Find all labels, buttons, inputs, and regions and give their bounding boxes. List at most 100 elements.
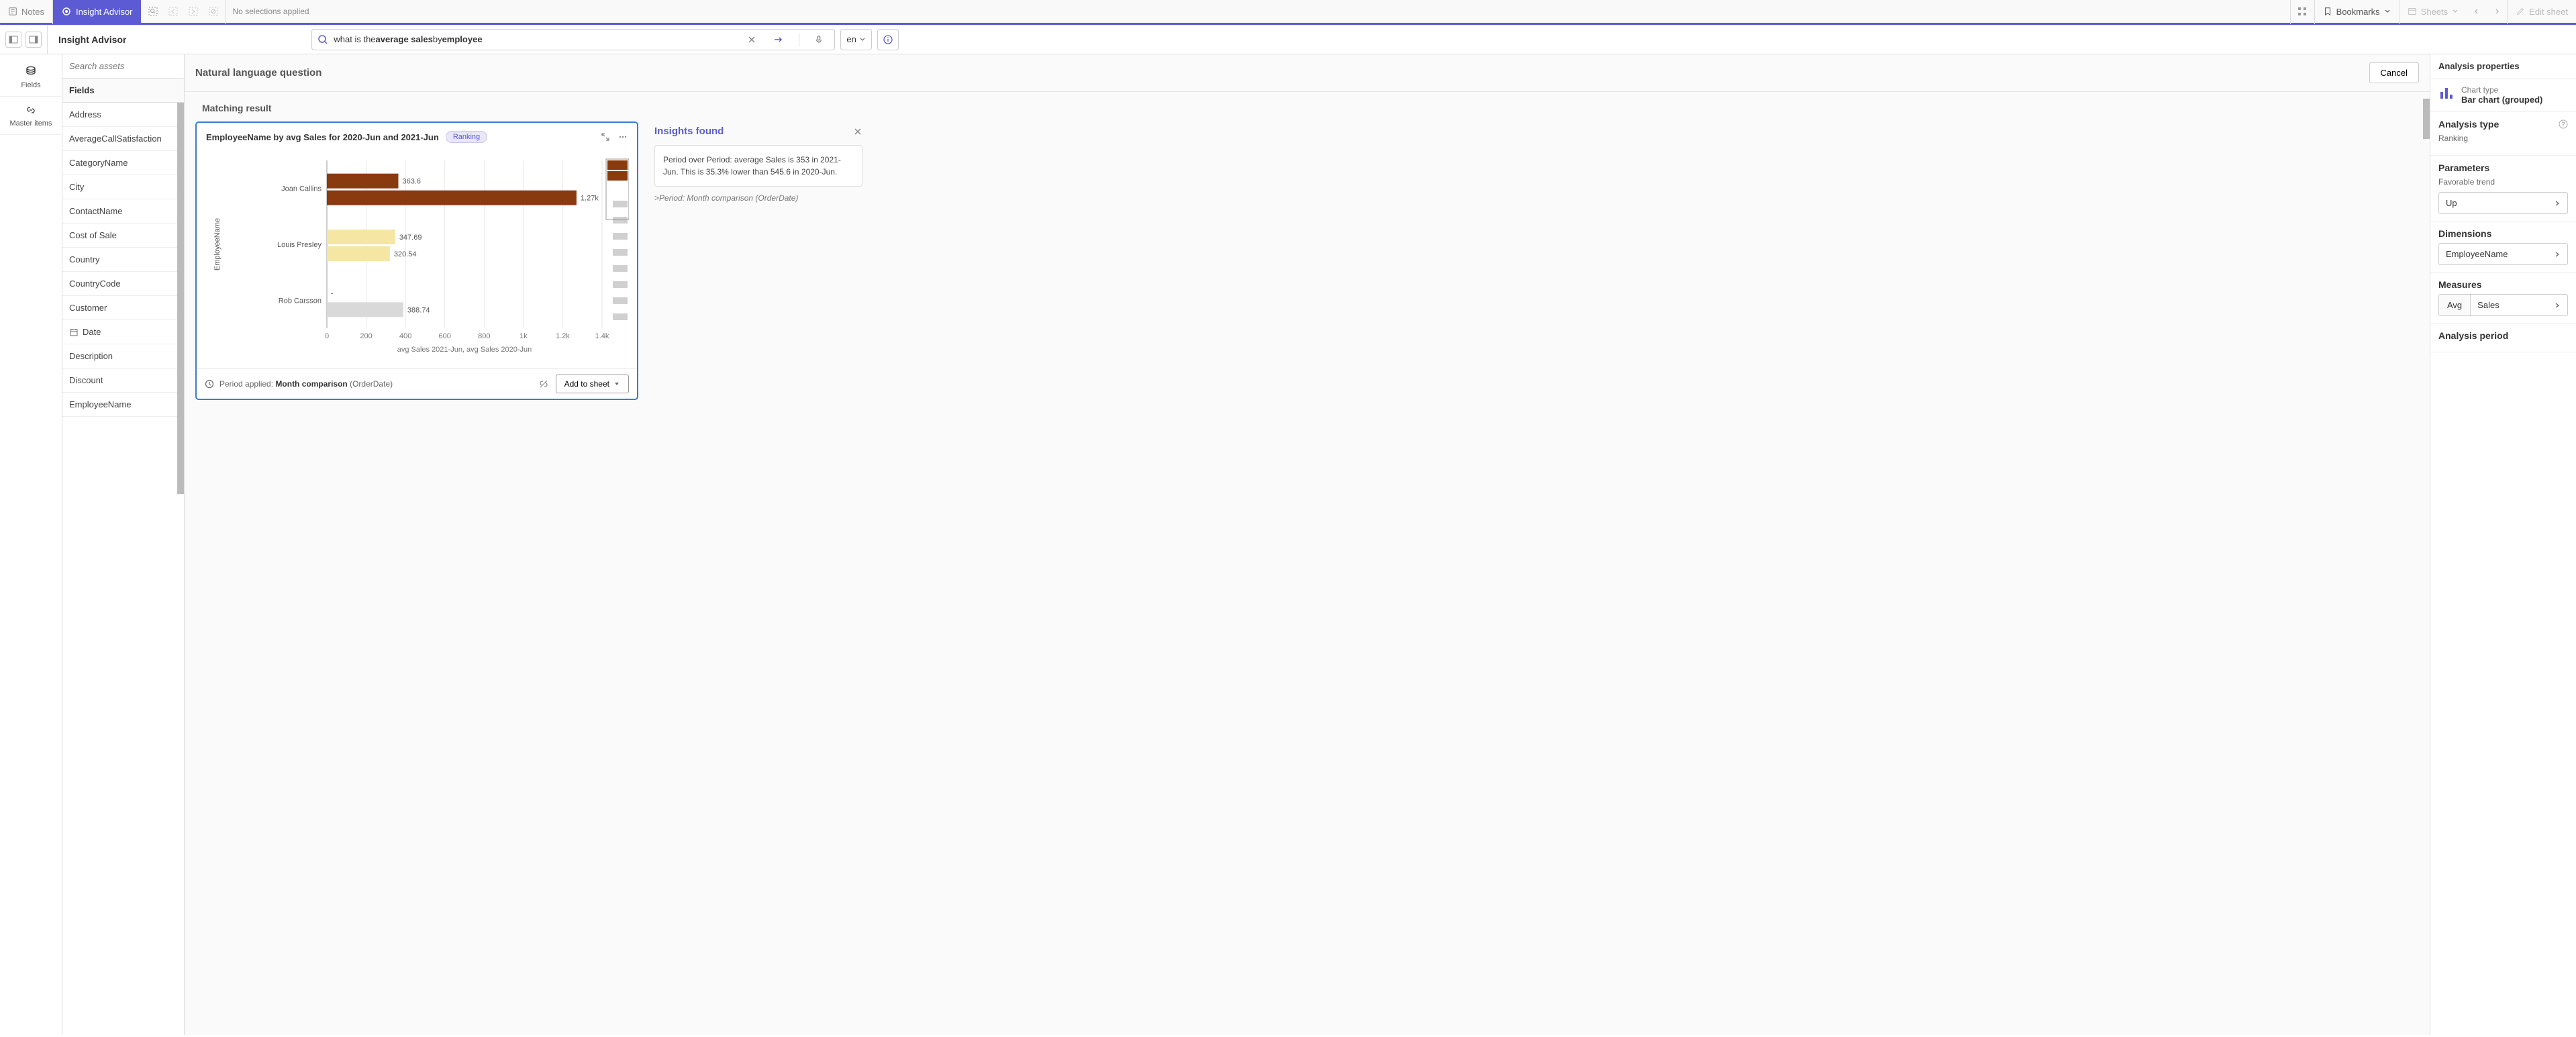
field-item[interactable]: Customer <box>62 296 184 320</box>
chart-footer-actions: Add to sheet <box>538 375 629 393</box>
clear-search-icon[interactable] <box>742 36 761 44</box>
insight-advisor-tab[interactable]: Insight Advisor <box>53 0 141 24</box>
svg-text:Rob Carsson: Rob Carsson <box>279 297 321 305</box>
field-item[interactable]: City <box>62 175 184 199</box>
left-rail: Fields Master items <box>0 54 62 1035</box>
insight-icon <box>61 6 72 17</box>
field-item[interactable]: Discount <box>62 368 184 393</box>
props-measures: Measures Avg Sales <box>2430 273 2576 324</box>
edit-sheet-button: Edit sheet <box>2507 0 2576 24</box>
search-container: what is the average sales by employee <box>311 29 835 50</box>
bookmarks-button[interactable]: Bookmarks <box>2314 0 2399 24</box>
cancel-button[interactable]: Cancel <box>2369 62 2419 83</box>
insights-header: Insights found <box>654 121 862 145</box>
right-panel-toggle[interactable] <box>26 32 42 48</box>
analysis-properties-panel: Analysis properties Chart type Bar chart… <box>2430 54 2576 1035</box>
smart-search-icon[interactable] <box>146 5 160 18</box>
field-item[interactable]: AverageCallSatisfaction <box>62 127 184 151</box>
grid-icon[interactable] <box>2290 0 2314 24</box>
caret-down-icon <box>613 381 620 387</box>
svg-text:800: 800 <box>478 332 490 340</box>
page-title: Insight Advisor <box>48 34 137 45</box>
close-icon[interactable] <box>853 127 862 136</box>
search-icon <box>317 34 328 45</box>
field-item[interactable]: Date <box>62 320 184 344</box>
measures-label: Measures <box>2438 279 2482 290</box>
analysis-period-label: Analysis period <box>2438 330 2508 341</box>
field-item[interactable]: CategoryName <box>62 151 184 175</box>
left-panel-toggle[interactable] <box>5 32 21 48</box>
measure-field[interactable]: Sales <box>2471 295 2567 315</box>
info-button[interactable] <box>877 29 899 50</box>
bar-chart-icon <box>2438 85 2455 101</box>
scrollbar[interactable] <box>177 103 184 494</box>
next-sheet-button[interactable] <box>2487 0 2507 24</box>
sheets-button: Sheets <box>2399 0 2467 24</box>
scrollbar[interactable] <box>2423 99 2430 139</box>
search-input[interactable]: what is the average sales by employee <box>334 30 736 50</box>
chevron-down-icon <box>2452 8 2459 15</box>
chart-type-label: Chart type <box>2461 85 2542 95</box>
sheets-icon <box>2408 7 2417 16</box>
add-to-sheet-button[interactable]: Add to sheet <box>556 375 629 393</box>
props-parameters: Parameters Favorable trend Up <box>2430 156 2576 221</box>
dimension-select[interactable]: EmployeeName <box>2438 243 2568 265</box>
search-actions <box>736 33 834 46</box>
svg-text:0: 0 <box>325 332 329 340</box>
bookmarks-label: Bookmarks <box>2336 7 2380 17</box>
field-item[interactable]: Description <box>62 344 184 368</box>
chart-type-value: Bar chart (grouped) <box>2461 95 2542 105</box>
chevron-down-icon <box>859 36 866 43</box>
field-item[interactable]: Cost of Sale <box>62 224 184 248</box>
chart-tag: Ranking <box>446 131 487 143</box>
rail-master-label: Master items <box>10 119 52 128</box>
bookmark-icon <box>2323 7 2332 16</box>
break-link-icon[interactable] <box>538 379 549 389</box>
database-icon <box>24 65 38 79</box>
submit-search-icon[interactable] <box>768 34 789 45</box>
favorable-trend-select[interactable]: Up <box>2438 192 2568 214</box>
expand-icon[interactable] <box>601 132 610 142</box>
prev-sheet-button[interactable] <box>2467 0 2487 24</box>
bar-chart[interactable]: 02004006008001k1.2k1.4kJoan Callins363.6… <box>206 154 629 362</box>
asset-search-input[interactable] <box>69 61 177 71</box>
notes-icon <box>8 7 17 16</box>
svg-text:?: ? <box>2561 121 2565 128</box>
analysis-type-value: Ranking <box>2438 134 2568 143</box>
sheets-label: Sheets <box>2421 7 2448 17</box>
props-analysis-period: Analysis period <box>2430 324 2576 352</box>
field-item[interactable]: Address <box>62 103 184 127</box>
svg-text:347.69: 347.69 <box>399 234 422 242</box>
measure-select[interactable]: Avg Sales <box>2438 294 2568 316</box>
svg-text:363.6: 363.6 <box>402 178 421 186</box>
rail-master-items[interactable]: Master items <box>0 97 62 135</box>
microphone-icon[interactable] <box>809 35 829 44</box>
measure-agg[interactable]: Avg <box>2439 295 2471 315</box>
chevron-right-icon <box>2554 302 2561 309</box>
more-icon[interactable] <box>618 132 628 142</box>
favorable-trend-label: Favorable trend <box>2438 177 2568 187</box>
chart-header-actions <box>601 132 628 142</box>
sheet-nav <box>2467 0 2507 24</box>
fields-list[interactable]: AddressAverageCallSatisfactionCategoryNa… <box>62 103 184 1035</box>
chart-title: EmployeeName by avg Sales for 2020-Jun a… <box>206 132 439 142</box>
svg-text:Joan Callins: Joan Callins <box>281 185 321 193</box>
rail-fields[interactable]: Fields <box>0 58 62 97</box>
calendar-icon <box>69 328 79 337</box>
field-item[interactable]: ContactName <box>62 199 184 224</box>
sub-toolbar: Insight Advisor what is the average sale… <box>0 25 2576 54</box>
main-layout: Fields Master items Fields AddressAverag… <box>0 54 2576 1035</box>
top-toolbar: Notes Insight Advisor No selections appl… <box>0 0 2576 25</box>
field-item[interactable]: CountryCode <box>62 272 184 296</box>
language-selector[interactable]: en <box>840 29 871 50</box>
help-icon[interactable]: ? <box>2559 119 2568 129</box>
svg-text:388.74: 388.74 <box>407 306 430 314</box>
svg-text:1.4k: 1.4k <box>595 332 609 340</box>
info-icon <box>883 34 893 45</box>
notes-tab[interactable]: Notes <box>0 0 53 24</box>
analysis-type-label: Analysis type <box>2438 119 2499 130</box>
field-item[interactable]: EmployeeName <box>62 393 184 417</box>
measure-field-value: Sales <box>2477 300 2499 310</box>
field-item[interactable]: Country <box>62 248 184 272</box>
svg-text:400: 400 <box>399 332 411 340</box>
